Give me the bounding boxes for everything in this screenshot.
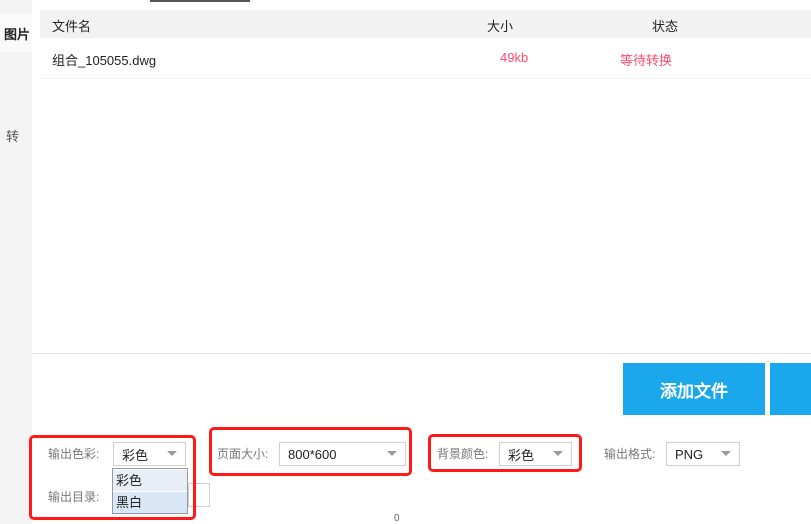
output-format-select[interactable]: PNG [666, 442, 740, 466]
file-size-cell: 49kb [500, 50, 529, 65]
column-header-size[interactable]: 大小 [487, 16, 513, 35]
active-tab-indicator [150, 0, 250, 2]
add-file-button[interactable]: 添加文件 [623, 363, 765, 415]
sidebar-item-image-label[interactable]: 图片 [4, 24, 30, 43]
left-sidebar [0, 0, 32, 524]
file-name-cell: 组合_105055.dwg [52, 53, 157, 68]
output-format-label: 输出格式: [604, 447, 656, 461]
column-header-status[interactable]: 状态 [652, 16, 678, 35]
file-list-bottom-divider [32, 353, 811, 354]
highlight-box-output-color [29, 435, 196, 520]
file-table-header: 文件名 大小 状态 [40, 10, 811, 38]
highlight-box-page-size [209, 427, 412, 476]
secondary-action-button[interactable] [770, 363, 811, 415]
chevron-down-icon [721, 451, 731, 456]
file-status-cell: 等待转换 [620, 53, 673, 68]
table-row[interactable]: 组合_105055.dwg 49kb 等待转换 [40, 44, 811, 74]
bottom-mark: 0 [394, 513, 400, 524]
sidebar-item-convert-label[interactable]: 转 [6, 126, 19, 145]
highlight-box-background-color [428, 434, 582, 472]
output-format-value: PNG [675, 446, 704, 462]
row-divider [40, 78, 811, 79]
column-header-filename[interactable]: 文件名 [52, 16, 91, 35]
